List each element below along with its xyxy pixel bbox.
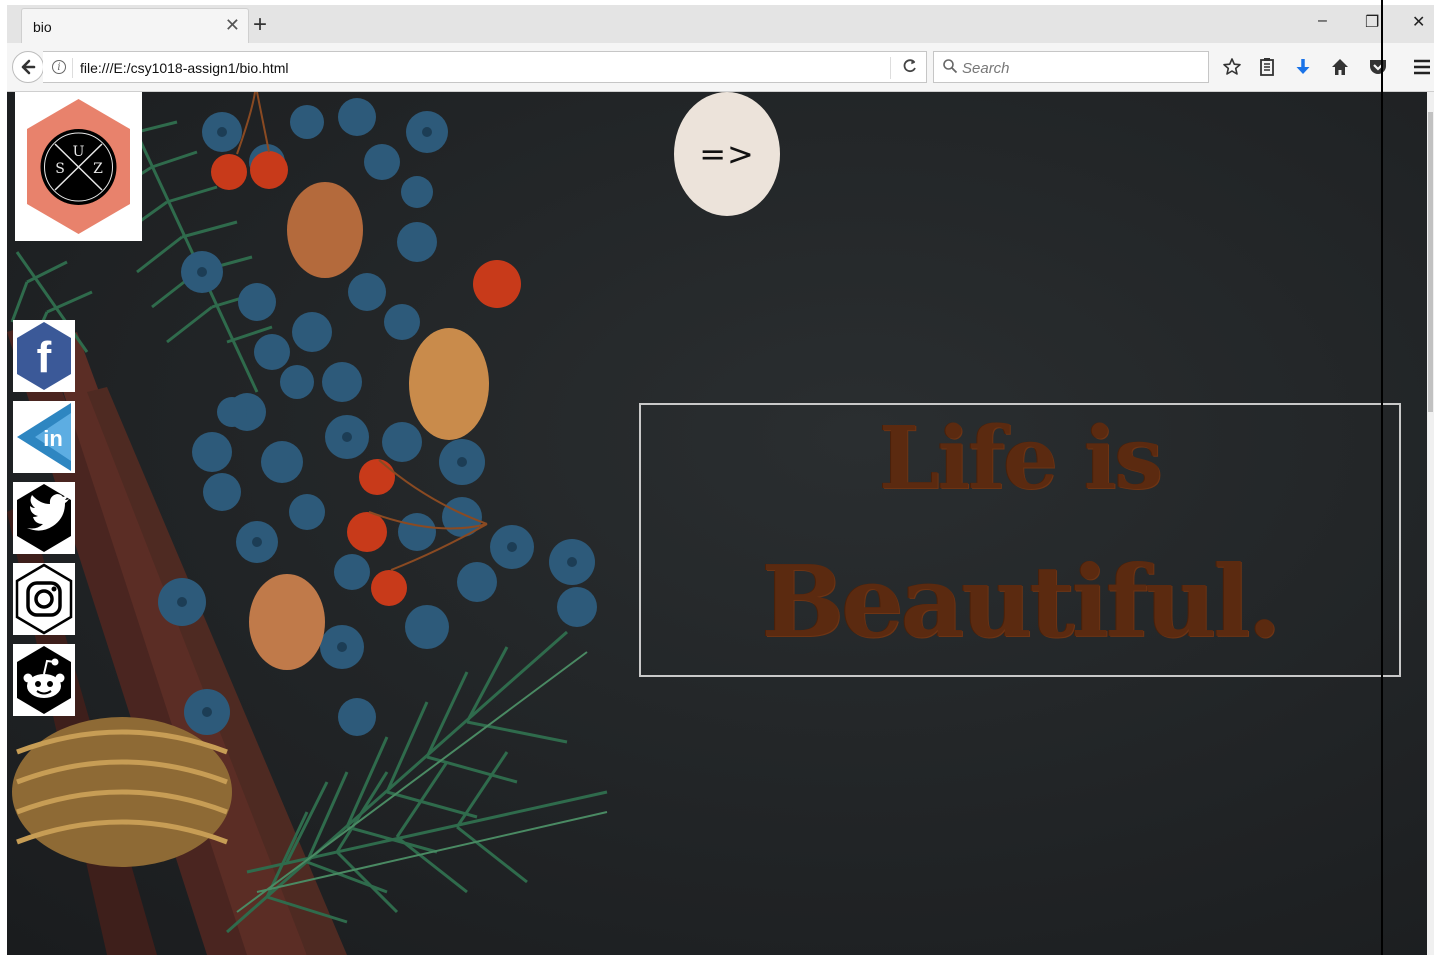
search-bar[interactable]: Search — [933, 51, 1209, 83]
divider-line — [1381, 0, 1383, 955]
logo-letter-top: U — [73, 144, 85, 160]
nav-bar: i file:///E:/csy1018-assign1/bio.html Se… — [7, 43, 1434, 92]
restore-button[interactable]: ❐ — [1365, 12, 1379, 32]
linkedin-link[interactable]: in — [13, 401, 75, 473]
reddit-icon — [17, 646, 71, 714]
instagram-link[interactable] — [13, 563, 75, 635]
reddit-link[interactable] — [13, 644, 75, 716]
reading-list-icon[interactable] — [1255, 55, 1279, 79]
search-placeholder: Search — [962, 60, 1010, 77]
reload-icon[interactable] — [902, 58, 918, 74]
tab-close-icon[interactable]: ✕ — [225, 15, 240, 36]
new-tab-button[interactable]: + — [253, 11, 267, 39]
facebook-link[interactable]: f — [13, 320, 75, 392]
site-logo[interactable]: U S Z — [15, 92, 142, 241]
url-text[interactable]: file:///E:/csy1018-assign1/bio.html — [80, 60, 289, 76]
linkedin-icon: in — [17, 403, 71, 471]
url-bar[interactable]: i file:///E:/csy1018-assign1/bio.html — [43, 51, 927, 83]
back-button[interactable] — [12, 51, 44, 83]
quote-line-2: Beautiful. — [761, 545, 1281, 660]
tab-bar: bio ✕ + – ❐ ✕ — [7, 5, 1434, 43]
home-icon[interactable] — [1328, 55, 1352, 79]
back-arrow-icon — [21, 59, 36, 75]
minimize-button[interactable]: – — [1318, 12, 1327, 30]
scrollbar-thumb[interactable] — [1428, 112, 1433, 412]
instagram-icon — [15, 563, 73, 635]
svg-text:in: in — [43, 426, 63, 451]
next-page-button[interactable]: => — [674, 92, 780, 216]
logo-emblem: U S Z — [27, 99, 130, 234]
page-scrollbar[interactable] — [1427, 92, 1434, 955]
facebook-icon: f — [17, 322, 71, 390]
twitter-icon — [17, 484, 71, 552]
logo-letter-right: Z — [93, 161, 103, 177]
svg-text:f: f — [37, 333, 52, 382]
quote-line-1: Life is — [879, 408, 1163, 509]
quote-box: Life is Beautiful. — [639, 403, 1401, 677]
bookmark-star-icon[interactable] — [1220, 55, 1244, 79]
logo-letter-left: S — [55, 161, 65, 177]
pocket-icon[interactable] — [1366, 55, 1390, 79]
page-viewport: U S Z f in => Life is Beautiful. — [7, 92, 1427, 955]
menu-icon[interactable] — [1410, 55, 1434, 79]
download-icon[interactable] — [1291, 55, 1315, 79]
search-icon — [943, 59, 958, 74]
site-info-icon[interactable]: i — [52, 60, 66, 74]
twitter-link[interactable] — [13, 482, 75, 554]
tab-title: bio — [33, 19, 52, 35]
close-window-button[interactable]: ✕ — [1412, 12, 1425, 32]
tab-bio[interactable]: bio ✕ — [21, 8, 249, 43]
